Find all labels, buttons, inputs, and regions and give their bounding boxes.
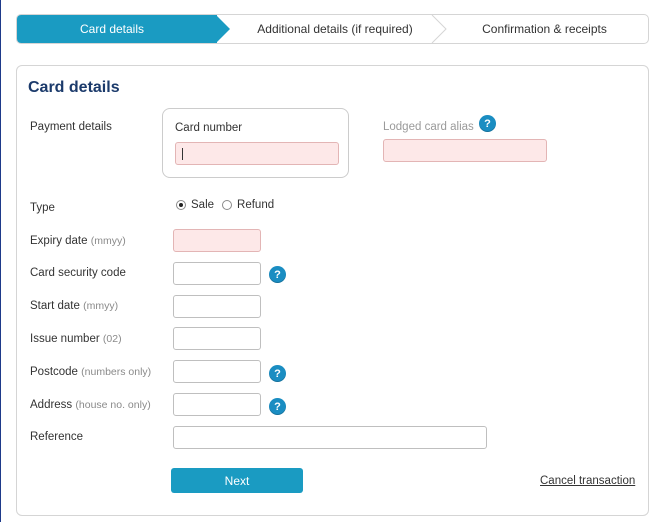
step-additional-details-label: Additional details (if required) — [257, 22, 413, 36]
step-card-details-label: Card details — [79, 22, 145, 36]
card-number-input[interactable] — [175, 142, 339, 165]
card-details-panel: Card details Payment details Card number… — [16, 65, 649, 516]
start-date-hint: (mmyy) — [83, 300, 119, 312]
reference-input[interactable] — [173, 426, 487, 449]
next-button[interactable]: Next — [171, 468, 303, 493]
text-cursor — [182, 148, 183, 160]
help-icon[interactable]: ? — [269, 365, 286, 382]
start-date-input[interactable] — [173, 295, 261, 318]
address-label: Address (house no. only) — [30, 399, 151, 411]
reference-label: Reference — [30, 431, 84, 443]
card-number-box: Card number — [162, 108, 349, 178]
card-security-code-input[interactable] — [173, 262, 261, 285]
panel-title: Card details — [28, 79, 120, 96]
card-number-label: Card number — [175, 122, 243, 134]
lodged-card-alias-input[interactable] — [383, 139, 547, 162]
step-additional-details: Additional details (if required) — [231, 15, 439, 43]
progress-steps: Card details Additional details (if requ… — [16, 14, 649, 44]
step-active-arrow — [216, 15, 230, 43]
postcode-hint: (numbers only) — [81, 366, 152, 378]
issue-number-hint: (02) — [102, 333, 122, 345]
refund-radio-label[interactable]: Refund — [237, 199, 274, 211]
address-input[interactable] — [173, 393, 261, 416]
expiry-date-input[interactable] — [173, 229, 261, 252]
address-hint: (house no. only) — [75, 399, 151, 411]
type-label: Type — [30, 202, 55, 214]
postcode-label: Postcode (numbers only) — [30, 366, 152, 378]
sale-radio[interactable] — [176, 200, 186, 210]
help-icon[interactable]: ? — [269, 398, 286, 415]
refund-radio[interactable] — [222, 200, 233, 210]
issue-number-input[interactable] — [173, 327, 261, 350]
step-card-details: Card details — [17, 15, 217, 43]
expiry-date-hint: (mmyy) — [90, 235, 126, 247]
cancel-transaction-link[interactable]: Cancel transaction — [540, 475, 635, 487]
issue-number-label: Issue number (02) — [30, 333, 122, 345]
step-confirmation-receipts: Confirmation & receipts — [439, 15, 648, 43]
help-icon[interactable]: ? — [269, 266, 286, 283]
card-security-code-label: Card security code — [30, 267, 126, 279]
payment-details-label: Payment details — [30, 121, 112, 133]
sale-radio-label[interactable]: Sale — [191, 199, 214, 211]
type-radio-group: Sale Refund — [176, 199, 282, 211]
lodged-card-alias-label: Lodged card alias — [383, 121, 474, 133]
postcode-input[interactable] — [173, 360, 261, 383]
start-date-label: Start date (mmyy) — [30, 300, 119, 312]
expiry-date-label: Expiry date (mmyy) — [30, 235, 126, 247]
step-confirmation-label: Confirmation & receipts — [482, 22, 607, 36]
help-icon[interactable]: ? — [479, 115, 496, 132]
